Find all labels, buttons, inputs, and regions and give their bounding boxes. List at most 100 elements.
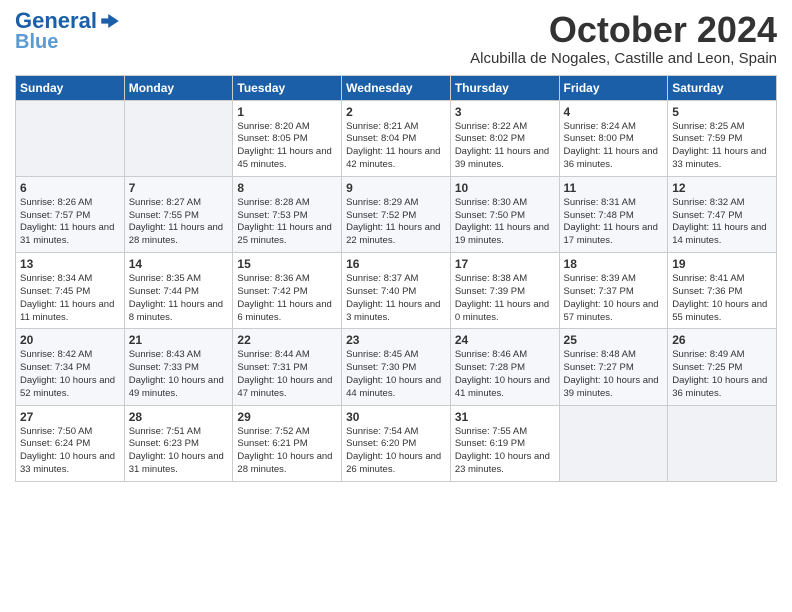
day-number: 7 <box>129 181 229 195</box>
day-info: Sunrise: 8:36 AM Sunset: 7:42 PM Dayligh… <box>237 273 337 324</box>
day-number: 21 <box>129 333 229 347</box>
calendar-cell <box>124 100 233 176</box>
day-info: Sunrise: 8:41 AM Sunset: 7:36 PM Dayligh… <box>672 273 772 324</box>
calendar-table: SundayMondayTuesdayWednesdayThursdayFrid… <box>15 75 777 482</box>
day-info: Sunrise: 8:30 AM Sunset: 7:50 PM Dayligh… <box>455 197 555 248</box>
calendar-cell: 18Sunrise: 8:39 AM Sunset: 7:37 PM Dayli… <box>559 253 668 329</box>
month-title: October 2024 <box>470 10 777 50</box>
day-info: Sunrise: 8:21 AM Sunset: 8:04 PM Dayligh… <box>346 121 446 172</box>
day-number: 30 <box>346 410 446 424</box>
logo-blue-text: Blue <box>15 31 58 53</box>
day-number: 9 <box>346 181 446 195</box>
page-header: General Blue October 2024 Alcubilla de N… <box>15 10 777 67</box>
weekday-header-thursday: Thursday <box>450 75 559 100</box>
day-number: 3 <box>455 105 555 119</box>
weekday-header-row: SundayMondayTuesdayWednesdayThursdayFrid… <box>16 75 777 100</box>
day-info: Sunrise: 7:55 AM Sunset: 6:19 PM Dayligh… <box>455 426 555 477</box>
day-number: 18 <box>564 257 664 271</box>
day-number: 15 <box>237 257 337 271</box>
calendar-cell: 15 Sunrise: 8:36 AM Sunset: 7:42 PM Dayli… <box>233 253 342 329</box>
day-info: Sunrise: 8:38 AM Sunset: 7:39 PM Dayligh… <box>455 273 555 324</box>
weekday-header-tuesday: Tuesday <box>233 75 342 100</box>
calendar-cell: 12 Sunrise: 8:32 AM Sunset: 7:47 PM Dayli… <box>668 176 777 252</box>
day-number: 23 <box>346 333 446 347</box>
calendar-cell: 19 Sunrise: 8:41 AM Sunset: 7:36 PM Dayli… <box>668 253 777 329</box>
day-number: 12 <box>672 181 772 195</box>
day-number: 22 <box>237 333 337 347</box>
day-number: 5 <box>672 105 772 119</box>
calendar-week-row: 6Sunrise: 8:26 AM Sunset: 7:57 PM Daylig… <box>16 176 777 252</box>
calendar-cell: 8Sunrise: 8:28 AM Sunset: 7:53 PM Daylig… <box>233 176 342 252</box>
calendar-cell: 13 Sunrise: 8:34 AM Sunset: 7:45 PM Dayli… <box>16 253 125 329</box>
day-number: 4 <box>564 105 664 119</box>
day-info: Sunrise: 8:46 AM Sunset: 7:28 PM Dayligh… <box>455 349 555 400</box>
day-info: Sunrise: 8:27 AM Sunset: 7:55 PM Dayligh… <box>129 197 229 248</box>
day-number: 28 <box>129 410 229 424</box>
calendar-cell: 31 Sunrise: 7:55 AM Sunset: 6:19 PM Dayli… <box>450 405 559 481</box>
location-subtitle: Alcubilla de Nogales, Castille and Leon,… <box>470 50 777 67</box>
day-number: 29 <box>237 410 337 424</box>
day-number: 2 <box>346 105 446 119</box>
day-info: Sunrise: 8:20 AM Sunset: 8:05 PM Dayligh… <box>237 121 337 172</box>
day-info: Sunrise: 8:26 AM Sunset: 7:57 PM Dayligh… <box>20 197 120 248</box>
calendar-header: SundayMondayTuesdayWednesdayThursdayFrid… <box>16 75 777 100</box>
weekday-header-monday: Monday <box>124 75 233 100</box>
day-info: Sunrise: 8:37 AM Sunset: 7:40 PM Dayligh… <box>346 273 446 324</box>
calendar-cell <box>559 405 668 481</box>
day-info: Sunrise: 8:45 AM Sunset: 7:30 PM Dayligh… <box>346 349 446 400</box>
day-info: Sunrise: 7:52 AM Sunset: 6:21 PM Dayligh… <box>237 426 337 477</box>
calendar-cell: 24 Sunrise: 8:46 AM Sunset: 7:28 PM Dayli… <box>450 329 559 405</box>
calendar-body: 1 Sunrise: 8:20 AM Sunset: 8:05 PM Daylig… <box>16 100 777 481</box>
calendar-cell: 25 Sunrise: 8:48 AM Sunset: 7:27 PM Dayli… <box>559 329 668 405</box>
day-number: 1 <box>237 105 337 119</box>
calendar-week-row: 20Sunrise: 8:42 AM Sunset: 7:34 PM Dayli… <box>16 329 777 405</box>
logo-arrow-icon <box>101 14 119 28</box>
calendar-cell: 14Sunrise: 8:35 AM Sunset: 7:44 PM Dayli… <box>124 253 233 329</box>
day-number: 11 <box>564 181 664 195</box>
day-number: 24 <box>455 333 555 347</box>
day-number: 19 <box>672 257 772 271</box>
calendar-cell: 2 Sunrise: 8:21 AM Sunset: 8:04 PM Daylig… <box>342 100 451 176</box>
weekday-header-sunday: Sunday <box>16 75 125 100</box>
calendar-cell: 9 Sunrise: 8:29 AM Sunset: 7:52 PM Daylig… <box>342 176 451 252</box>
weekday-header-wednesday: Wednesday <box>342 75 451 100</box>
calendar-cell: 29 Sunrise: 7:52 AM Sunset: 6:21 PM Dayli… <box>233 405 342 481</box>
calendar-cell: 6Sunrise: 8:26 AM Sunset: 7:57 PM Daylig… <box>16 176 125 252</box>
day-info: Sunrise: 8:32 AM Sunset: 7:47 PM Dayligh… <box>672 197 772 248</box>
day-info: Sunrise: 8:34 AM Sunset: 7:45 PM Dayligh… <box>20 273 120 324</box>
calendar-cell <box>16 100 125 176</box>
calendar-week-row: 1 Sunrise: 8:20 AM Sunset: 8:05 PM Daylig… <box>16 100 777 176</box>
day-number: 25 <box>564 333 664 347</box>
day-info: Sunrise: 8:48 AM Sunset: 7:27 PM Dayligh… <box>564 349 664 400</box>
day-number: 13 <box>20 257 120 271</box>
day-info: Sunrise: 8:31 AM Sunset: 7:48 PM Dayligh… <box>564 197 664 248</box>
calendar-cell: 26Sunrise: 8:49 AM Sunset: 7:25 PM Dayli… <box>668 329 777 405</box>
calendar-cell: 21Sunrise: 8:43 AM Sunset: 7:33 PM Dayli… <box>124 329 233 405</box>
calendar-week-row: 13 Sunrise: 8:34 AM Sunset: 7:45 PM Dayli… <box>16 253 777 329</box>
logo: General Blue <box>15 10 119 53</box>
logo-text: General <box>15 10 97 32</box>
calendar-cell: 28Sunrise: 7:51 AM Sunset: 6:23 PM Dayli… <box>124 405 233 481</box>
day-info: Sunrise: 8:29 AM Sunset: 7:52 PM Dayligh… <box>346 197 446 248</box>
day-number: 26 <box>672 333 772 347</box>
calendar-cell: 27Sunrise: 7:50 AM Sunset: 6:24 PM Dayli… <box>16 405 125 481</box>
calendar-week-row: 27Sunrise: 7:50 AM Sunset: 6:24 PM Dayli… <box>16 405 777 481</box>
calendar-cell: 5Sunrise: 8:25 AM Sunset: 7:59 PM Daylig… <box>668 100 777 176</box>
calendar-cell: 11 Sunrise: 8:31 AM Sunset: 7:48 PM Dayli… <box>559 176 668 252</box>
calendar-cell: 4 Sunrise: 8:24 AM Sunset: 8:00 PM Daylig… <box>559 100 668 176</box>
day-number: 20 <box>20 333 120 347</box>
calendar-cell: 7 Sunrise: 8:27 AM Sunset: 7:55 PM Daylig… <box>124 176 233 252</box>
day-info: Sunrise: 7:50 AM Sunset: 6:24 PM Dayligh… <box>20 426 120 477</box>
calendar-cell: 3 Sunrise: 8:22 AM Sunset: 8:02 PM Daylig… <box>450 100 559 176</box>
calendar-cell <box>668 405 777 481</box>
calendar-cell: 30 Sunrise: 7:54 AM Sunset: 6:20 PM Dayli… <box>342 405 451 481</box>
weekday-header-saturday: Saturday <box>668 75 777 100</box>
day-info: Sunrise: 8:22 AM Sunset: 8:02 PM Dayligh… <box>455 121 555 172</box>
day-info: Sunrise: 8:24 AM Sunset: 8:00 PM Dayligh… <box>564 121 664 172</box>
day-number: 16 <box>346 257 446 271</box>
day-info: Sunrise: 8:35 AM Sunset: 7:44 PM Dayligh… <box>129 273 229 324</box>
day-info: Sunrise: 7:54 AM Sunset: 6:20 PM Dayligh… <box>346 426 446 477</box>
day-number: 31 <box>455 410 555 424</box>
title-block: October 2024 Alcubilla de Nogales, Casti… <box>470 10 777 67</box>
day-number: 17 <box>455 257 555 271</box>
